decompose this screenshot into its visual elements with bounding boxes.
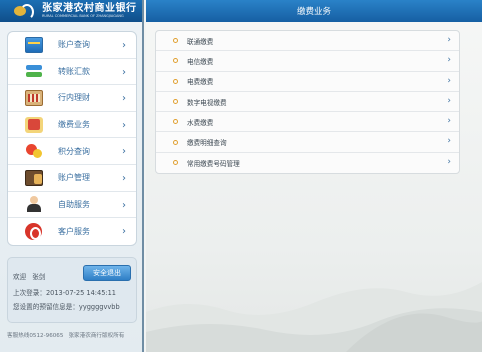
points-icon <box>25 143 43 159</box>
reserved-info-text: 您设置的预留信息是：yyggggvvbb <box>13 303 120 311</box>
hotline-text: 客服热线0512-96065 <box>7 333 64 339</box>
list-item-label: 电费缴费 <box>187 78 214 87</box>
transfer-arrows-icon <box>25 63 43 79</box>
welcome-text: 欢迎 张剑 <box>13 273 46 281</box>
abacus-icon <box>25 89 43 106</box>
chevron-right-icon: › <box>447 75 451 86</box>
sidebar-item-label: 转账汇款 <box>58 66 90 76</box>
chevron-right-icon: › <box>122 226 126 238</box>
chevron-right-icon: › <box>122 66 126 78</box>
list-item-unicom-payment[interactable]: 联通缴费 › <box>156 31 459 52</box>
bullet-icon <box>173 119 178 125</box>
chevron-right-icon: › <box>122 119 126 131</box>
list-item-label: 常用缴费号码管理 <box>187 159 240 168</box>
bank-name-en: RURAL COMMERCIAL BANK OF ZHANGJIAGANG <box>42 13 124 18</box>
last-login-text: 上次登录：2013-07-25 14:45:11 <box>13 289 116 297</box>
payment-service-list: 联通缴费 › 电信缴费 › 电费缴费 › 数字电视缴费 › 水费缴费 › 缴费明… <box>155 30 460 175</box>
page-title: 缴费业务 <box>146 0 482 22</box>
bank-card-icon <box>25 36 43 53</box>
sidebar-item-customer-service[interactable]: 客户服务 › <box>8 218 136 245</box>
bullet-icon <box>173 58 178 64</box>
bank-logo <box>14 4 34 20</box>
sidebar-item-label: 积分查询 <box>58 146 90 156</box>
main-panel: 缴费业务 联通缴费 › 电信缴费 › 电费缴费 › 数字电视缴费 › 水费缴费 … <box>146 0 482 352</box>
account-management-icon <box>25 169 43 186</box>
chevron-right-icon: › <box>447 116 451 127</box>
sidebar-item-label: 账户管理 <box>58 173 90 183</box>
user-info-panel: 欢迎 张剑 安全退出 上次登录：2013-07-25 14:45:11 您设置的预… <box>7 257 137 323</box>
sidebar-item-payment[interactable]: 缴费业务 › <box>8 112 136 139</box>
chevron-right-icon: › <box>122 93 126 105</box>
chevron-right-icon: › <box>122 40 126 51</box>
bullet-icon <box>173 78 178 84</box>
sidebar-item-label: 自助服务 <box>58 199 90 209</box>
sidebar-item-transfer[interactable]: 转账汇款 › <box>8 59 136 86</box>
chevron-right-icon: › <box>447 156 451 167</box>
chevron-right-icon: › <box>447 35 451 45</box>
chevron-right-icon: › <box>447 136 451 147</box>
logout-button[interactable]: 安全退出 <box>83 265 131 281</box>
list-item-payment-history[interactable]: 缴费明细查询 › <box>156 132 459 153</box>
chevron-right-icon: › <box>122 199 126 211</box>
chevron-right-icon: › <box>122 146 126 158</box>
sidebar-item-points[interactable]: 积分查询 › <box>8 138 136 165</box>
bullet-icon <box>173 160 178 166</box>
left-panel: 张家港农村商业银行 RURAL COMMERCIAL BANK OF ZHANG… <box>0 0 144 352</box>
bullet-icon <box>173 38 178 44</box>
list-item-telecom-payment[interactable]: 电信缴费 › <box>156 51 459 72</box>
sidebar-item-account-management[interactable]: 账户管理 › <box>8 165 136 192</box>
sidebar-item-label: 行内理财 <box>58 93 90 103</box>
sidebar-item-self-service[interactable]: 自助服务 › <box>8 192 136 219</box>
bank-name: 张家港农村商业银行 <box>42 2 137 14</box>
sidebar-item-label: 客户服务 <box>58 226 90 236</box>
list-item-water-payment[interactable]: 水费缴费 › <box>156 112 459 133</box>
landscape-background <box>146 282 482 352</box>
bank-header: 张家港农村商业银行 RURAL COMMERCIAL BANK OF ZHANG… <box>0 0 142 22</box>
chevron-right-icon: › <box>447 95 451 106</box>
list-item-frequent-numbers[interactable]: 常用缴费号码管理 › <box>156 153 459 173</box>
bullet-icon <box>173 99 178 105</box>
list-item-label: 数字电视缴费 <box>187 98 227 107</box>
sidebar-item-label: 缴费业务 <box>58 120 90 130</box>
self-service-icon <box>25 196 43 213</box>
list-item-label: 缴费明细查询 <box>187 139 227 148</box>
sidebar-item-wealth[interactable]: 行内理财 › <box>8 85 136 112</box>
list-item-label: 电信缴费 <box>187 57 214 66</box>
user-name: 张剑 <box>32 273 46 281</box>
list-item-label: 水费缴费 <box>187 118 214 127</box>
sidebar-item-label: 账户查询 <box>58 40 90 50</box>
sidebar-item-account-inquiry[interactable]: 账户查询 › <box>8 32 136 59</box>
sidebar-menu: 账户查询 › 转账汇款 › 行内理财 › 缴费业务 › 积分查询 › 账户管理 … <box>7 31 137 246</box>
copyright-text: 张家港农商行版权所有 <box>68 333 125 339</box>
list-item-digital-tv-payment[interactable]: 数字电视缴费 › <box>156 92 459 113</box>
chevron-right-icon: › <box>122 172 126 184</box>
bullet-icon <box>173 139 178 145</box>
payment-icon <box>25 116 43 133</box>
customer-service-icon <box>25 223 43 241</box>
list-item-label: 联通缴费 <box>187 37 214 46</box>
list-item-electricity-payment[interactable]: 电费缴费 › <box>156 72 459 92</box>
footer: 客服热线0512-96065 张家港农商行版权所有 <box>7 331 129 339</box>
chevron-right-icon: › <box>447 55 451 66</box>
